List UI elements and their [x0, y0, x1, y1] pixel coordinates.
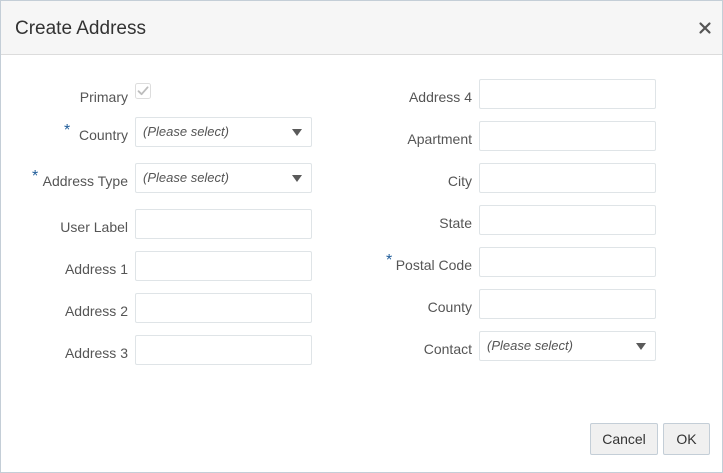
country-select-value: (Please select)	[143, 124, 229, 139]
apartment-label: Apartment	[407, 131, 472, 147]
address3-input[interactable]	[135, 335, 312, 365]
address4-input[interactable]	[479, 79, 656, 109]
cancel-button[interactable]: Cancel	[590, 423, 658, 455]
country-required-icon: *	[64, 122, 71, 139]
country-label: Country	[78, 127, 128, 143]
dialog-title: Create Address	[15, 18, 146, 39]
address-type-label: Address Type	[42, 173, 128, 189]
user-label-input[interactable]	[135, 209, 312, 239]
contact-select-value: (Please select)	[487, 338, 573, 353]
address-type-select[interactable]: (Please select)	[135, 163, 312, 193]
contact-select[interactable]: (Please select)	[479, 331, 656, 361]
address2-label: Address 2	[64, 303, 128, 319]
state-label: State	[439, 215, 472, 231]
state-input[interactable]	[479, 205, 656, 235]
primary-label: Primary	[79, 89, 128, 105]
ok-button[interactable]: OK	[663, 423, 710, 455]
dialog-header: Create Address	[1, 1, 722, 55]
address1-input[interactable]	[135, 251, 312, 281]
user-label-label: User Label	[60, 219, 128, 235]
address-type-required-icon: *	[32, 168, 39, 185]
county-input[interactable]	[479, 289, 656, 319]
address3-label: Address 3	[64, 345, 128, 361]
address-type-select-value: (Please select)	[143, 170, 229, 185]
postal-code-required-icon: *	[386, 252, 393, 269]
chevron-down-icon	[292, 175, 302, 182]
close-icon[interactable]	[695, 18, 715, 38]
county-label: County	[427, 299, 472, 315]
create-address-dialog: Create Address Primary * Country (Please…	[0, 0, 723, 473]
chevron-down-icon	[292, 129, 302, 136]
country-select[interactable]: (Please select)	[135, 117, 312, 147]
chevron-down-icon	[636, 343, 646, 350]
primary-checkbox[interactable]	[135, 83, 151, 99]
address1-label: Address 1	[64, 261, 128, 277]
address2-input[interactable]	[135, 293, 312, 323]
contact-label: Contact	[423, 341, 472, 357]
city-input[interactable]	[479, 163, 656, 193]
address4-label: Address 4	[408, 89, 472, 105]
postal-code-input[interactable]	[479, 247, 656, 277]
city-label: City	[447, 173, 472, 189]
apartment-input[interactable]	[479, 121, 656, 151]
postal-code-label: Postal Code	[395, 257, 472, 273]
